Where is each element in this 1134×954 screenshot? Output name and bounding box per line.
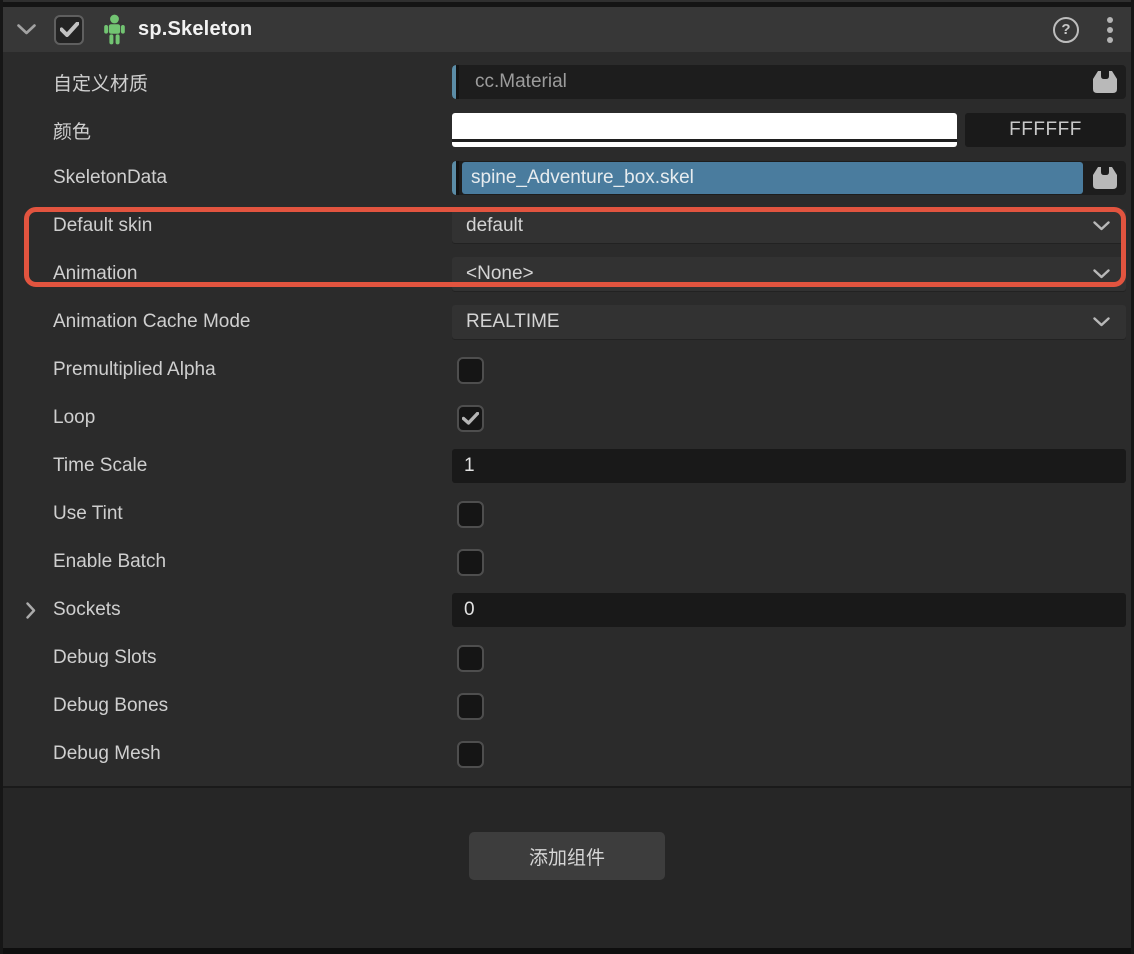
collapse-chevron-icon[interactable] — [13, 20, 40, 39]
inspector-footer: 添加组件 — [3, 786, 1131, 948]
help-icon[interactable]: ? — [1053, 17, 1079, 43]
animation-cache-mode-label: Animation Cache Mode — [26, 311, 251, 333]
use-tint-label: Use Tint — [26, 503, 123, 525]
color-label: 颜色 — [26, 117, 91, 144]
row-premultiplied-alpha: Premultiplied Alpha — [3, 346, 1131, 394]
component-title: sp.Skeleton — [138, 18, 252, 41]
asset-picker-icon[interactable] — [1091, 70, 1119, 95]
chevron-down-icon — [1093, 269, 1110, 279]
row-skeleton-data: SkeletonData spine_Adventure_box.skel — [3, 154, 1131, 202]
custom-material-asset-field[interactable]: cc.Material — [452, 65, 1126, 99]
default-skin-value: default — [466, 215, 523, 237]
row-use-tint: Use Tint — [3, 490, 1131, 538]
row-default-skin: Default skin default — [3, 202, 1131, 250]
asset-picker-icon[interactable] — [1091, 166, 1119, 191]
sockets-label: Sockets — [53, 599, 121, 621]
row-custom-material: 自定义材质 cc.Material — [3, 58, 1131, 106]
inspector-panel: sp.Skeleton ? 自定义材质 cc.Material — [0, 0, 1134, 954]
component-enabled-checkbox[interactable] — [54, 15, 84, 45]
chevron-down-icon — [1093, 317, 1110, 327]
skeleton-data-value: spine_Adventure_box.skel — [462, 162, 1083, 194]
sockets-count-input[interactable]: 0 — [452, 593, 1126, 627]
premultiplied-alpha-checkbox[interactable] — [457, 357, 484, 384]
animation-value: <None> — [466, 263, 534, 285]
debug-bones-label: Debug Bones — [26, 695, 168, 717]
row-enable-batch: Enable Batch — [3, 538, 1131, 586]
color-hex-value[interactable]: FFFFFF — [965, 113, 1126, 147]
debug-mesh-label: Debug Mesh — [26, 743, 161, 765]
color-swatch[interactable] — [452, 113, 957, 147]
time-scale-input[interactable]: 1 — [452, 449, 1126, 483]
custom-material-value: cc.Material — [475, 71, 567, 93]
row-debug-slots: Debug Slots — [3, 634, 1131, 682]
chevron-down-icon — [1093, 221, 1110, 231]
row-debug-mesh: Debug Mesh — [3, 730, 1131, 778]
use-tint-checkbox[interactable] — [457, 501, 484, 528]
animation-label: Animation — [26, 263, 138, 285]
row-color: 颜色 FFFFFF — [3, 106, 1131, 154]
skeleton-data-asset-field[interactable]: spine_Adventure_box.skel — [452, 161, 1126, 195]
sockets-expand-chevron-icon[interactable] — [26, 602, 53, 619]
skeleton-icon — [102, 14, 127, 45]
custom-material-label: 自定义材质 — [26, 69, 148, 96]
add-component-button[interactable]: 添加组件 — [469, 832, 665, 880]
debug-mesh-checkbox[interactable] — [457, 741, 484, 768]
skeleton-data-label: SkeletonData — [26, 167, 167, 189]
row-loop: Loop — [3, 394, 1131, 442]
row-sockets: Sockets 0 — [3, 586, 1131, 634]
animation-cache-mode-value: REALTIME — [466, 311, 560, 333]
enable-batch-label: Enable Batch — [26, 551, 166, 573]
asset-accent-bar — [452, 161, 459, 195]
debug-slots-checkbox[interactable] — [457, 645, 484, 672]
panel-bottom-edge — [3, 948, 1131, 954]
enable-batch-checkbox[interactable] — [457, 549, 484, 576]
help-glyph: ? — [1061, 21, 1070, 38]
animation-cache-mode-select[interactable]: REALTIME — [452, 305, 1126, 339]
loop-checkbox[interactable] — [457, 405, 484, 432]
premultiplied-alpha-label: Premultiplied Alpha — [26, 359, 216, 381]
kebab-menu-icon[interactable] — [1105, 15, 1115, 45]
debug-bones-checkbox[interactable] — [457, 693, 484, 720]
asset-accent-bar — [452, 65, 459, 99]
component-header: sp.Skeleton ? — [3, 7, 1131, 52]
loop-label: Loop — [26, 407, 95, 429]
row-time-scale: Time Scale 1 — [3, 442, 1131, 490]
row-animation: Animation <None> — [3, 250, 1131, 298]
row-debug-bones: Debug Bones — [3, 682, 1131, 730]
animation-select[interactable]: <None> — [452, 257, 1126, 291]
default-skin-label: Default skin — [26, 215, 152, 237]
properties-list: 自定义材质 cc.Material 颜色 FF — [3, 52, 1131, 786]
default-skin-select[interactable]: default — [452, 209, 1126, 243]
debug-slots-label: Debug Slots — [26, 647, 157, 669]
row-animation-cache-mode: Animation Cache Mode REALTIME — [3, 298, 1131, 346]
time-scale-label: Time Scale — [26, 455, 147, 477]
